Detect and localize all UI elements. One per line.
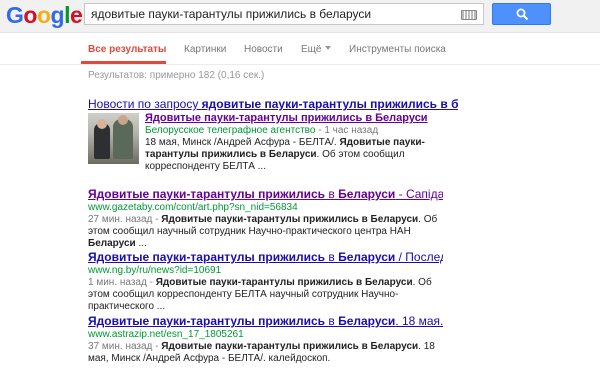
- result-title-link[interactable]: Ядовитые пауки-тарантулы прижились в Бел…: [88, 314, 443, 329]
- result-snippet-bold: Ядовитые пауки-тарантулы прижились в Бел…: [161, 214, 419, 225]
- result-snippet: 37 мин. назад - Ядовитые пауки-тарантулы…: [88, 341, 443, 365]
- result-title-bold: Ядовитые пауки-тарантулы прижились: [88, 187, 326, 201]
- result-title-mid: в: [325, 187, 339, 201]
- thumb-person-head: [118, 115, 128, 125]
- tab-news[interactable]: Новости: [244, 44, 283, 55]
- result-title-bold: Беларуси: [338, 250, 396, 264]
- news-snippet: 18 мая, Минск /Андрей Асфура - БЕЛТА/. Я…: [145, 137, 425, 172]
- result-title-bold: Ядовитые пауки-тарантулы прижились: [88, 314, 326, 328]
- tab-all-results[interactable]: Все результаты: [88, 44, 166, 55]
- search-result: Ядовитые пауки-тарантулы прижились в Бел…: [88, 314, 443, 365]
- result-title-mid: в: [325, 314, 339, 328]
- result-age: 27 мин. назад -: [88, 214, 162, 225]
- result-snippet-bold: Ядовитые пауки-тарантулы прижились в Бел…: [161, 341, 419, 352]
- news-heading-prefix: Новости по запросу: [88, 97, 202, 111]
- magnifier-icon: [516, 8, 529, 21]
- result-snippet: 27 мин. назад - Ядовитые пауки-тарантулы…: [88, 214, 443, 250]
- result-title-mid: в: [325, 250, 339, 264]
- result-title-rest: . 18 мая...: [395, 314, 443, 328]
- logo-letter: G: [6, 2, 24, 28]
- result-url: www.gazetaby.com/cont/art.php?sn_nid=568…: [88, 202, 298, 213]
- google-logo[interactable]: Google: [6, 2, 83, 29]
- search-result: Ядовитые пауки-тарантулы прижились в Бел…: [88, 187, 443, 250]
- thumb-person-figure: [113, 119, 133, 159]
- result-snippet-end: ...: [135, 238, 147, 249]
- chevron-down-icon: [325, 46, 332, 50]
- thumb-person-head: [97, 119, 107, 129]
- result-snippet-bold: Беларуси: [88, 238, 136, 249]
- news-item: Ядовитые пауки-тарантулы прижились в Бел…: [145, 112, 445, 173]
- news-source: Белорусское телеграфное агентство: [145, 125, 316, 136]
- result-snippet-bold: Ядовитые пауки-тарантулы прижились в Бел…: [155, 277, 413, 288]
- result-title-rest: / Последн...: [398, 250, 443, 264]
- result-age: 1 мин. назад -: [88, 277, 156, 288]
- tab-search-tools[interactable]: Инструменты поиска: [349, 44, 446, 55]
- news-time: - 1 час назад: [315, 125, 379, 136]
- result-title-rest: - Сапідар...: [398, 187, 443, 201]
- search-query-text[interactable]: ядовитые пауки-тарантулы прижились в бел…: [91, 7, 371, 21]
- news-thumbnail[interactable]: [88, 113, 139, 164]
- logo-letter: o: [23, 2, 37, 28]
- tab-images[interactable]: Картинки: [184, 44, 226, 55]
- logo-letter: o: [36, 2, 51, 28]
- logo-letter: e: [69, 2, 83, 28]
- search-result: Ядовитые пауки-тарантулы прижились в Бел…: [88, 250, 443, 313]
- result-title-bold: Беларуси: [338, 314, 396, 328]
- result-url: www.astrazip.net/esn_17_1805261: [88, 329, 244, 340]
- top-bar: Google ядовитые пауки-тарантулы прижилис…: [0, 0, 600, 33]
- result-stats: Результатов: примерно 182 (0,16 сек.): [88, 70, 265, 81]
- result-title-link[interactable]: Ядовитые пауки-тарантулы прижились в Бел…: [88, 187, 443, 202]
- news-item-title[interactable]: Ядовитые пауки-тарантулы прижились в Бел…: [145, 112, 445, 125]
- news-snippet-start: 18 мая, Минск /Андрей Асфура - БЕЛТА/.: [145, 137, 340, 148]
- result-title-bold: Ядовитые пауки-тарантулы прижились: [88, 250, 326, 264]
- active-tab-indicator: [81, 61, 166, 64]
- result-title-link[interactable]: Ядовитые пауки-тарантулы прижились в Бел…: [88, 250, 443, 265]
- result-url: www.ng.by/ru/news?id=10691: [88, 265, 222, 276]
- search-button[interactable]: [492, 3, 551, 25]
- keyboard-icon[interactable]: [461, 10, 477, 20]
- logo-letter: g: [50, 2, 65, 28]
- result-age: 37 мин. назад -: [88, 341, 162, 352]
- result-title-bold: Беларуси: [338, 187, 396, 201]
- search-input[interactable]: ядовитые пауки-тарантулы прижились в бел…: [84, 3, 484, 25]
- tab-more-label: Ещё: [301, 44, 322, 55]
- tab-more[interactable]: Ещё: [301, 44, 332, 55]
- news-heading-query: ядовитые пауки-тарантулы прижились в б..…: [201, 97, 458, 111]
- result-snippet: 1 мин. назад - Ядовитые пауки-тарантулы …: [88, 277, 443, 313]
- news-heading-link[interactable]: Новости по запросу ядовитые пауки-тарант…: [88, 97, 458, 111]
